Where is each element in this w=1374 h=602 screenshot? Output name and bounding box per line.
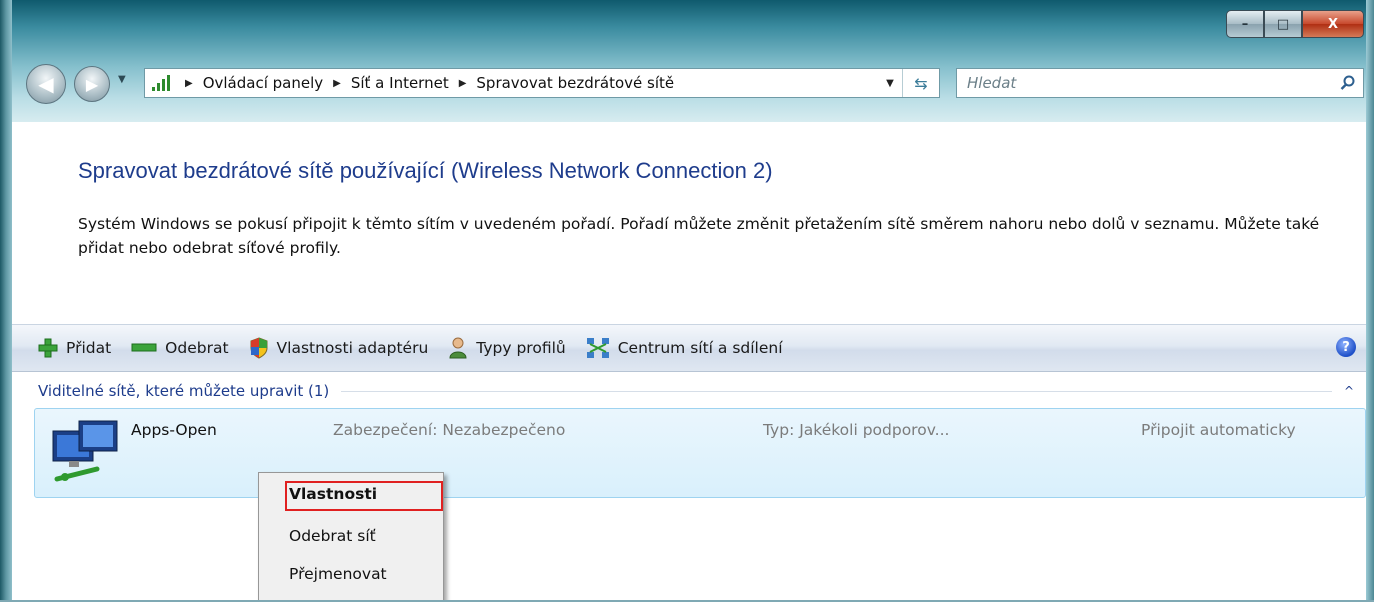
menu-item-rename[interactable]: Přejmenovat (289, 565, 387, 583)
add-button[interactable]: Přidat (38, 338, 111, 358)
users-icon (448, 337, 468, 359)
shield-icon (249, 337, 269, 359)
network-type: Typ: Jakékoli podporov... (763, 421, 950, 439)
command-bar: Přidat Odebrat Vlastnosti adaptéru Typy … (12, 324, 1366, 372)
adapter-properties-button[interactable]: Vlastnosti adaptéru (249, 337, 429, 359)
maximize-button[interactable]: □ (1264, 10, 1302, 38)
main-content: Spravovat bezdrátové sítě používající (W… (12, 122, 1366, 602)
breadcrumb-control-panel[interactable]: Ovládací panely (203, 74, 323, 92)
wireless-computer-icon (49, 417, 123, 491)
search-placeholder: Hledat (967, 74, 1017, 92)
refresh-icon[interactable]: ⇆ (902, 69, 939, 97)
add-label: Přidat (66, 339, 112, 357)
breadcrumb-network-internet[interactable]: Síť a Internet (351, 74, 449, 92)
remove-button[interactable]: Odebrat (131, 339, 229, 357)
menu-item-properties[interactable]: Vlastnosti (289, 485, 377, 503)
address-bar[interactable]: ▶ Ovládací panely ▶ Síť a Internet ▶ Spr… (144, 68, 940, 98)
group-divider (341, 390, 1332, 392)
network-connection-mode: Připojit automaticky (1141, 421, 1296, 439)
group-header[interactable]: Viditelné sítě, které můžete upravit (1)… (38, 378, 1354, 404)
breadcrumb-separator-icon[interactable]: ▶ (459, 78, 467, 89)
search-icon[interactable] (1333, 75, 1363, 91)
adapter-properties-label: Vlastnosti adaptéru (276, 339, 429, 357)
profile-types-label: Typy profilů (476, 339, 566, 357)
network-center-label: Centrum sítí a sdílení (617, 339, 783, 357)
add-icon (38, 338, 58, 358)
network-name: Apps-Open (131, 421, 217, 439)
group-label: Viditelné sítě, které můžete upravit (1) (38, 382, 330, 400)
help-icon[interactable]: ? (1336, 337, 1356, 357)
menu-item-remove-network[interactable]: Odebrat síť (289, 527, 376, 545)
forward-button[interactable]: ▶ (74, 66, 110, 102)
close-button[interactable]: X (1302, 10, 1364, 38)
breadcrumb: ▶ Ovládací panely ▶ Síť a Internet ▶ Spr… (175, 74, 878, 92)
network-center-button[interactable]: Centrum sítí a sdílení (586, 337, 783, 359)
breadcrumb-separator-icon[interactable]: ▶ (185, 78, 193, 89)
remove-icon (131, 343, 157, 353)
address-dropdown-icon[interactable]: ▼ (878, 78, 902, 89)
back-button[interactable]: ◀ (26, 64, 66, 104)
window-frame-left (0, 0, 12, 602)
collapse-chevron-icon[interactable]: ^ (1344, 384, 1354, 398)
window-frame-right (1366, 0, 1374, 602)
title-bar: – □ X ◀ ▶ ▼ ▶ Ovládací panely ▶ Síť a In… (0, 0, 1374, 122)
breadcrumb-manage-wireless[interactable]: Spravovat bezdrátové sítě (476, 74, 674, 92)
window: – □ X ◀ ▶ ▼ ▶ Ovládací panely ▶ Síť a In… (0, 0, 1374, 602)
minimize-button[interactable]: – (1226, 10, 1264, 38)
breadcrumb-separator-icon[interactable]: ▶ (333, 78, 341, 89)
page-title: Spravovat bezdrátové sítě používající (W… (78, 158, 773, 183)
profile-types-button[interactable]: Typy profilů (448, 337, 566, 359)
network-security: Zabezpečení: Nezabezpečeno (333, 421, 566, 439)
search-input[interactable]: Hledat (956, 68, 1364, 98)
back-arrow-icon: ◀ (38, 72, 54, 96)
remove-label: Odebrat (165, 339, 229, 357)
signal-bars-icon (149, 74, 175, 92)
page-description: Systém Windows se pokusí připojit k těmt… (78, 215, 1320, 257)
recent-pages-dropdown[interactable]: ▼ (118, 74, 126, 85)
window-controls: – □ X (1226, 10, 1364, 38)
network-list-item[interactable]: Apps-Open Zabezpečení: Nezabezpečeno Typ… (34, 408, 1366, 498)
context-menu: Vlastnosti Odebrat síť Přejmenovat (258, 472, 444, 602)
forward-arrow-icon: ▶ (85, 74, 99, 94)
network-center-icon (586, 337, 610, 359)
